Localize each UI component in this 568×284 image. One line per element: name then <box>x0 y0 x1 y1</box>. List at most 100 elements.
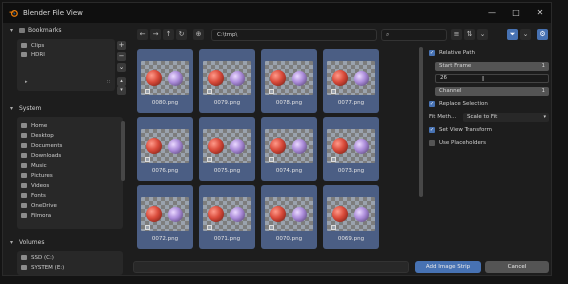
file-tile[interactable]: 0079.png <box>199 49 255 113</box>
image-thumbnail <box>265 129 313 163</box>
title-bar: Blender File View — □ ✕ <box>3 3 551 23</box>
file-tile[interactable]: 0069.png <box>323 185 379 249</box>
chevron-down-icon: ▾ <box>10 105 14 112</box>
image-thumbnail <box>203 129 251 163</box>
red-sphere-image <box>208 206 224 222</box>
chevron-down-icon[interactable]: ⌄ <box>520 29 531 40</box>
bookmark-item[interactable]: HDRI <box>21 50 45 60</box>
image-thumbnail <box>141 197 189 231</box>
list-view-icon[interactable]: ≡ <box>451 29 462 40</box>
search-field[interactable]: ⌕ <box>381 29 447 41</box>
purple-sphere-image <box>230 207 245 222</box>
move-up-button[interactable]: ▴ <box>117 77 126 86</box>
resize-handle-icon[interactable]: ∷ <box>107 79 110 85</box>
refresh-icon[interactable]: ↻ <box>176 29 187 40</box>
file-tile[interactable]: 0078.png <box>261 49 317 113</box>
use-placeholders-checkbox[interactable]: Use Placeholders <box>429 139 486 148</box>
file-grid-scrollbar[interactable] <box>419 47 423 197</box>
file-image-icon <box>331 89 336 94</box>
system-item-music[interactable]: Music <box>21 161 47 171</box>
minimize-button[interactable]: — <box>485 7 499 19</box>
checkbox-checked-icon: ✓ <box>429 100 435 107</box>
file-name: 0079.png <box>213 100 241 106</box>
system-item-videos[interactable]: Videos <box>21 181 49 191</box>
file-tile[interactable]: 0075.png <box>199 117 255 181</box>
bookmark-icon <box>19 28 25 33</box>
purple-sphere-image <box>230 71 245 86</box>
start-frame-edit-field[interactable]: 26 I <box>435 74 549 83</box>
filter-icon[interactable]: ⏷ <box>507 29 518 40</box>
volumes-header[interactable]: ▾ Volumes <box>9 237 127 248</box>
purple-sphere-image <box>292 139 307 154</box>
back-arrow-icon[interactable]: ← <box>137 29 148 40</box>
move-down-button[interactable]: ▾ <box>117 86 126 95</box>
nav-toolbar: ← → ↑ ↻ ⊕ <box>137 29 207 40</box>
start-frame-field[interactable]: Start Frame 1 <box>435 62 549 71</box>
file-tile[interactable]: 0076.png <box>137 117 193 181</box>
file-image-icon <box>269 225 274 230</box>
music-icon <box>21 163 27 168</box>
channel-field[interactable]: Channel 1 <box>435 87 549 96</box>
settings-gear-icon[interactable]: ⚙ <box>537 29 548 40</box>
filename-field[interactable] <box>133 261 409 273</box>
remove-bookmark-button[interactable]: − <box>117 52 126 61</box>
volume-item-c[interactable]: SSD (C:) <box>21 253 54 263</box>
sort-icon[interactable]: ⇅ <box>464 29 475 40</box>
file-tile[interactable]: 0072.png <box>137 185 193 249</box>
file-tile[interactable]: 0080.png <box>137 49 193 113</box>
directory-path-field[interactable]: C:\tmp\ <box>211 29 377 41</box>
folder-icon <box>21 43 27 48</box>
purple-sphere-image <box>230 139 245 154</box>
bookmarks-header[interactable]: ▾ Bookmarks <box>9 25 127 36</box>
image-thumbnail <box>141 129 189 163</box>
image-icon <box>21 173 27 178</box>
system-header[interactable]: ▾ System <box>9 103 127 114</box>
file-name: 0078.png <box>275 100 303 106</box>
file-grid: 0080.png 0079.png 0078.png 0077.png 0076.png… <box>133 45 421 255</box>
system-item-pictures[interactable]: Pictures <box>21 171 53 181</box>
file-tile[interactable]: 0073.png <box>323 117 379 181</box>
system-item-fonts[interactable]: Fonts <box>21 191 46 201</box>
file-tile[interactable]: 0077.png <box>323 49 379 113</box>
file-name: 0073.png <box>337 168 365 174</box>
volume-item-e[interactable]: SYSTEM (E:) <box>21 263 64 273</box>
system-item-filmora[interactable]: Filmora <box>21 211 51 221</box>
file-name: 0072.png <box>151 236 179 242</box>
file-image-icon <box>269 157 274 162</box>
system-item-downloads[interactable]: Downloads <box>21 151 61 161</box>
font-icon <box>21 193 27 198</box>
system-item-documents[interactable]: Documents <box>21 141 62 151</box>
cancel-button[interactable]: Cancel <box>485 261 549 273</box>
file-tile[interactable]: 0070.png <box>261 185 317 249</box>
new-folder-icon[interactable]: ⊕ <box>193 29 204 40</box>
chevron-down-icon[interactable]: ⌄ <box>477 29 488 40</box>
replace-selection-checkbox[interactable]: ✓ Replace Selection <box>429 100 488 109</box>
purple-sphere-image <box>292 207 307 222</box>
system-item-home[interactable]: Home <box>21 121 47 131</box>
system-scrollbar[interactable] <box>121 121 125 181</box>
purple-sphere-image <box>354 207 369 222</box>
file-tile[interactable]: 0071.png <box>199 185 255 249</box>
image-thumbnail <box>327 197 375 231</box>
system-item-onedrive[interactable]: OneDrive <box>21 201 57 211</box>
close-button[interactable]: ✕ <box>533 7 547 19</box>
relative-path-checkbox[interactable]: ✓ Relative Path <box>429 49 475 58</box>
red-sphere-image <box>270 206 286 222</box>
file-tile[interactable]: 0074.png <box>261 117 317 181</box>
triangle-right-icon[interactable]: ▸ <box>25 79 28 85</box>
add-bookmark-button[interactable]: + <box>117 41 126 50</box>
parent-directory-icon[interactable]: ↑ <box>163 29 174 40</box>
forward-arrow-icon[interactable]: → <box>150 29 161 40</box>
file-image-icon <box>145 225 150 230</box>
chevron-down-icon: ▾ <box>10 239 14 246</box>
set-view-transform-checkbox[interactable]: ✓ Set View Transform <box>429 126 492 135</box>
options-panel: ✓ Relative Path Start Frame 1 26 I Channel 1… <box>429 47 549 157</box>
bookmarks-list: Clips HDRI ▸ ∷ <box>17 39 115 91</box>
red-sphere-image <box>332 206 348 222</box>
add-image-strip-button[interactable]: Add Image Strip <box>415 261 481 273</box>
bookmark-menu-button[interactable]: ⌄ <box>117 63 126 72</box>
file-name: 0070.png <box>275 236 303 242</box>
maximize-button[interactable]: □ <box>509 7 523 19</box>
fit-method-dropdown[interactable]: Scale to Fit ▾ <box>463 113 549 122</box>
system-item-desktop[interactable]: Desktop <box>21 131 54 141</box>
